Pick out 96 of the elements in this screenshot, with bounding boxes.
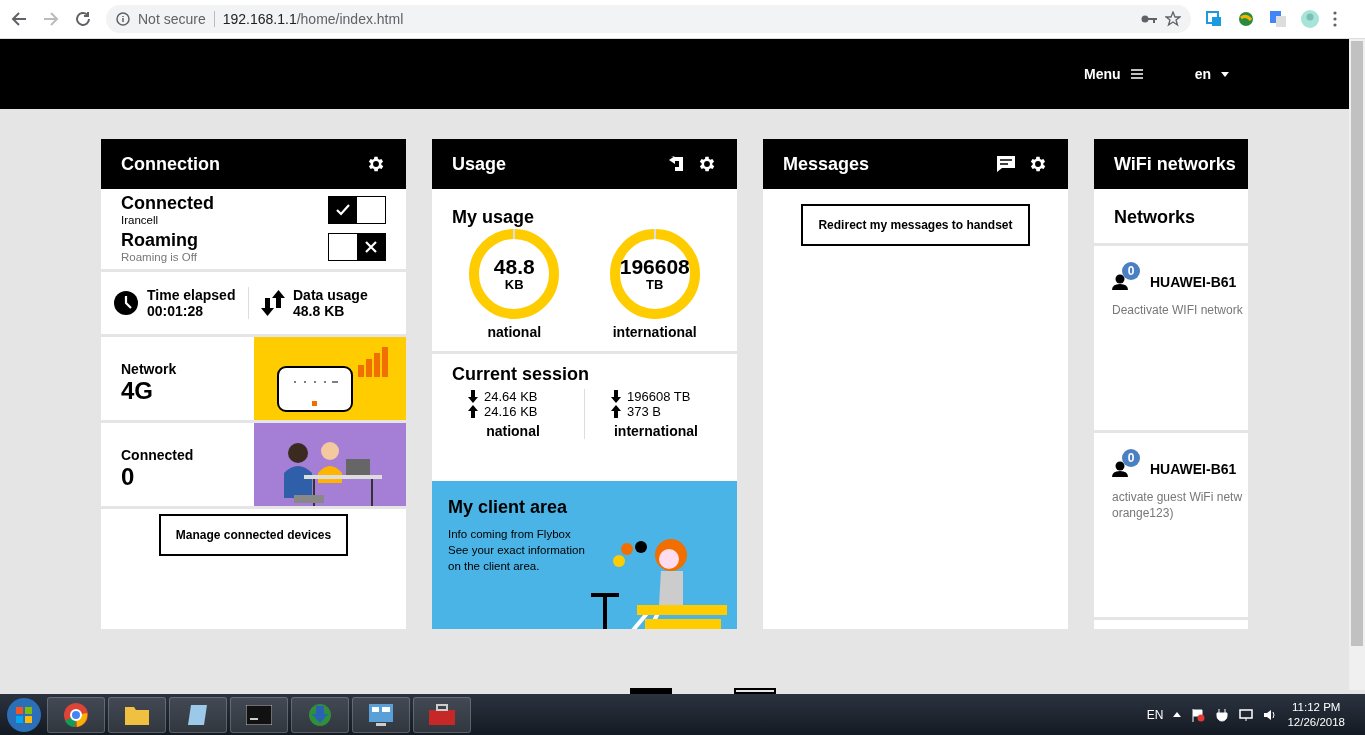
usage-label: national (487, 324, 542, 340)
settings-icon[interactable] (697, 154, 717, 174)
download-amount: 196608 TB (627, 389, 691, 404)
page-indicator[interactable] (734, 688, 776, 694)
card-title: Messages (783, 153, 871, 175)
network-name: HUAWEI-B61 (1150, 461, 1237, 477)
menu-button[interactable]: Menu (1078, 65, 1149, 83)
tile-value: 0 (121, 463, 136, 491)
network-description: orange123) (1112, 505, 1175, 521)
usage-value: 48.8 (493, 256, 535, 277)
network-description: Deactivate WIFI network (1112, 302, 1244, 318)
tile-label: Network (121, 361, 178, 377)
menu-icon (1130, 69, 1143, 79)
extension-icon[interactable] (1205, 10, 1223, 28)
start-orb-icon[interactable] (4, 695, 44, 734)
network-description: activate guest WiFi netw (1112, 489, 1244, 505)
card-title: Connection (121, 153, 221, 175)
caret-icon (1221, 71, 1229, 77)
stat-value: 48.8 KB (293, 303, 346, 319)
info-text: Info coming from Flybox (448, 527, 572, 542)
user-icon (1112, 461, 1128, 477)
card-title: Usage (452, 153, 508, 175)
transfer-arrows-icon (261, 290, 285, 316)
upload-arrow-icon (611, 405, 621, 418)
tile-value: 4G (121, 377, 154, 405)
tray-expand-icon[interactable] (1173, 712, 1182, 717)
toggle-label: Roaming (121, 230, 198, 251)
info-text: See your exact information (448, 543, 586, 558)
speaker-icon[interactable] (1263, 707, 1278, 722)
menu-icon[interactable] (1333, 11, 1337, 27)
user-icon (1112, 274, 1128, 290)
taskbar-app[interactable] (169, 696, 227, 733)
control-panel-icon (368, 702, 394, 727)
language-dropdown[interactable]: en (1188, 65, 1235, 83)
settings-icon[interactable] (366, 154, 386, 174)
system-clock[interactable]: 11:12 PM 12/26/2018 (1287, 699, 1345, 730)
usage-label: international (612, 324, 697, 340)
panel-title: My client area (448, 497, 569, 518)
info-text: on the client area. (448, 559, 541, 574)
taskbar-app[interactable] (413, 696, 471, 733)
download-arrow-icon (611, 390, 621, 403)
security-label: Not secure (138, 11, 206, 27)
flag-icon[interactable] (1191, 707, 1206, 722)
section-title: Current session (451, 364, 591, 385)
taskbar-app[interactable] (352, 696, 410, 733)
translate-icon[interactable] (1269, 10, 1287, 28)
section-title: My usage (451, 207, 536, 228)
session-label: national (486, 423, 540, 439)
stat-label: Data usage (293, 287, 368, 303)
stat-label: Time elapsed (147, 287, 236, 303)
redirect-messages-button[interactable]: Redirect my messages to handset (801, 204, 1030, 246)
client-area-panel[interactable]: My client area Info coming from Flybox See your exact information on the client area. (432, 481, 737, 629)
network-name: HUAWEI-B61 (1150, 274, 1237, 290)
manage-devices-button[interactable]: Manage connected devices (158, 514, 349, 556)
usage-value: 196608 (619, 256, 690, 277)
taskbar-app[interactable] (47, 696, 105, 733)
network-icon[interactable] (1239, 707, 1254, 722)
key-icon[interactable] (1141, 14, 1157, 24)
url-text: 192.168.1.1/home/index.html (222, 11, 404, 27)
clock-icon (113, 290, 139, 316)
star-icon[interactable] (1165, 11, 1181, 27)
upload-amount: 24.16 KB (484, 404, 538, 419)
device-count-badge: 0 (1122, 262, 1140, 280)
toggle-status: Irancell (121, 214, 160, 226)
toolbox-icon (428, 703, 456, 726)
toggle-label: Connected (121, 193, 214, 214)
scrollbar[interactable] (1349, 39, 1365, 690)
input-language[interactable]: EN (1146, 707, 1164, 722)
message-icon[interactable] (996, 155, 1016, 173)
download-arrow-icon (468, 390, 478, 403)
card-title: WiFi networks (1114, 153, 1236, 175)
toggle-switch[interactable] (328, 195, 386, 224)
power-plug-icon[interactable] (1215, 707, 1230, 722)
terminal-icon (246, 704, 272, 725)
upload-amount: 373 B (627, 404, 661, 419)
settings-icon[interactable] (1028, 154, 1048, 174)
address-bar[interactable]: Not secure 192.168.1.1/home/index.html (106, 5, 1191, 33)
tile-label: Connected (121, 447, 195, 463)
stat-value: 00:01:28 (147, 303, 205, 319)
info-icon (116, 12, 130, 26)
usage-unit: KB (504, 277, 524, 292)
session-label: international (614, 423, 698, 439)
upload-arrow-icon (468, 405, 478, 418)
usage-unit: TB (646, 277, 664, 292)
return-arrow-icon[interactable] (667, 155, 685, 173)
device-count-badge: 0 (1122, 449, 1140, 467)
section-title: Networks (1114, 207, 1197, 228)
download-globe-icon (307, 701, 333, 728)
toggle-switch[interactable] (328, 232, 386, 261)
scrollbar-thumb[interactable] (1351, 41, 1363, 646)
reload-icon[interactable] (74, 10, 92, 28)
back-arrow-icon[interactable] (10, 10, 28, 28)
chrome-icon (63, 701, 89, 728)
toggle-status: Roaming is Off (121, 251, 198, 263)
taskbar-app[interactable] (108, 696, 166, 733)
download-amount: 24.64 KB (484, 389, 538, 404)
